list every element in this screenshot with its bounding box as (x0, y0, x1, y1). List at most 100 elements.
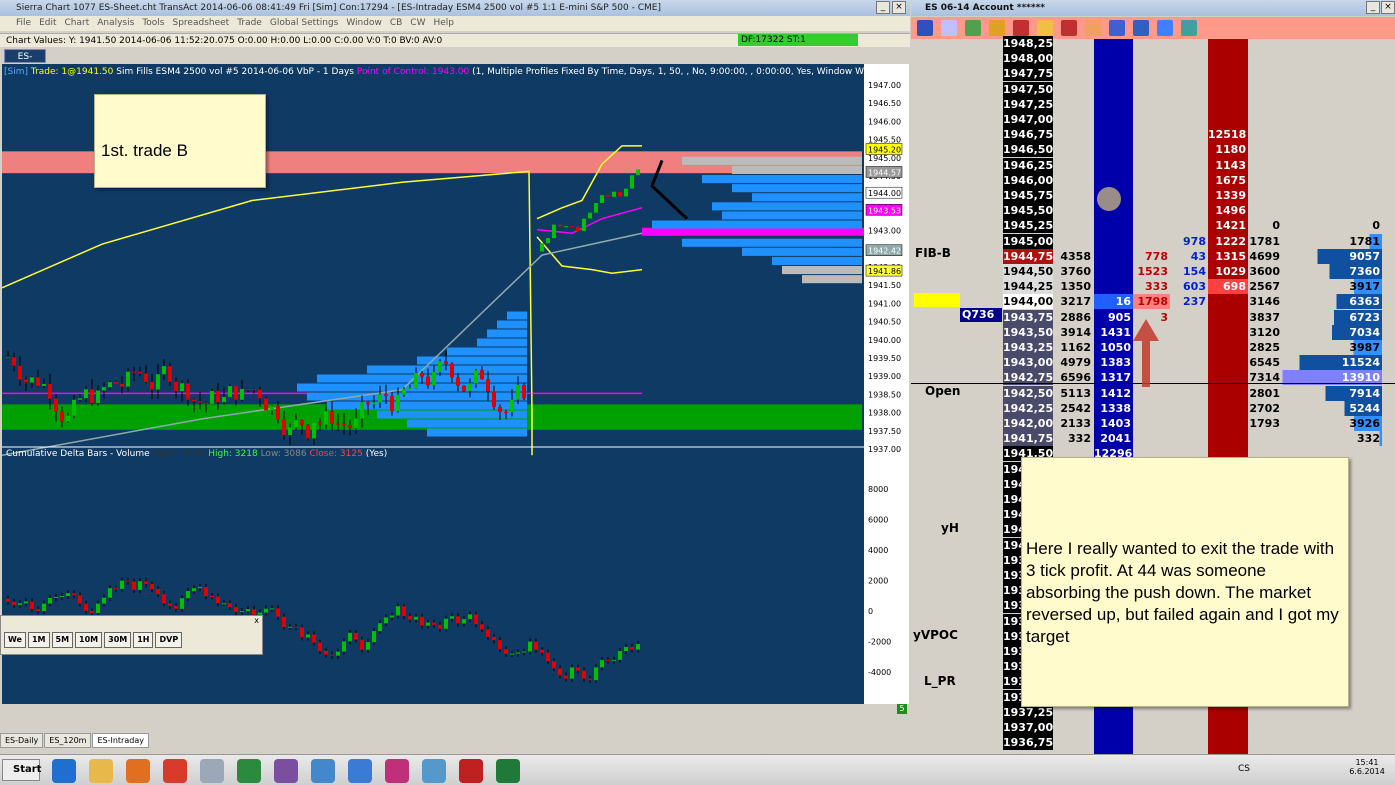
close-button[interactable]: × (892, 1, 906, 14)
taskbar-app-icon[interactable] (311, 759, 335, 783)
menu-item-10[interactable]: CW (410, 18, 425, 28)
timeframe-button-1[interactable]: 1M (27, 632, 50, 648)
timeframe-button-4[interactable]: 30M (104, 632, 132, 648)
taskbar-app-icon[interactable] (163, 759, 187, 783)
timeframe-button-6[interactable]: DVP (155, 632, 183, 648)
taskbar-app-icon[interactable] (348, 759, 372, 783)
ladder-row[interactable]: 1942,00 2133 1403 1793 3926 (911, 416, 1395, 431)
dom-tool-icon[interactable] (941, 20, 957, 36)
dom-tool-icon[interactable] (1133, 20, 1149, 36)
ladder-row[interactable]: 1944,75 4358 778 43 1315 4699 9057 (911, 248, 1395, 264)
ladder-row[interactable]: 1936,75 (911, 735, 1395, 751)
sheet-tab-0[interactable]: ES-Daily (0, 733, 44, 748)
dom-minimize-button[interactable]: _ (1366, 1, 1380, 14)
ladder-cell-c3 (1133, 173, 1170, 188)
ladder-row[interactable]: 1942,25 2542 1338 2702 5244 (911, 400, 1395, 416)
menu-item-0[interactable]: File (16, 18, 31, 28)
clock[interactable]: 15:41 6.6.2014 (1343, 758, 1391, 776)
ladder-row[interactable]: 1937,25 (911, 704, 1395, 720)
dom-tool-icon[interactable] (917, 20, 933, 36)
sheet-tab-1[interactable]: ES_120m (44, 733, 92, 748)
timeframe-button-0[interactable]: We (4, 632, 26, 648)
dom-tool-icon[interactable] (1109, 20, 1125, 36)
ladder-row[interactable]: 1944,50 3760 1523 154 1029 3600 7360 (911, 264, 1395, 279)
menu-item-8[interactable]: Window (346, 18, 382, 28)
ladder-cell-c5 (1208, 294, 1248, 309)
menu-item-9[interactable]: CB (390, 18, 402, 28)
taskbar-app-icon[interactable] (89, 759, 113, 783)
chart-tab[interactable]: ES-Sheet (4, 49, 46, 76)
dom-tool-icon[interactable] (1037, 20, 1053, 36)
dom-tool-icon[interactable] (1085, 20, 1101, 36)
ladder-row[interactable]: 1944,25 1350 333 603 698 2567 3917 (911, 279, 1395, 295)
taskbar-app-icon[interactable] (459, 759, 483, 783)
taskbar-app-icon[interactable] (237, 759, 261, 783)
taskbar-app-icon[interactable] (200, 759, 224, 783)
timeframe-button-2[interactable]: 5M (51, 632, 74, 648)
ladder-row[interactable]: 1945,00 978 1222 1781 1781 (911, 233, 1395, 249)
price-candle (36, 377, 40, 386)
delta-bar (618, 651, 622, 660)
timeframe-button-5[interactable]: 1H (133, 632, 154, 648)
menu-item-2[interactable]: Chart (65, 18, 90, 28)
ladder-row[interactable]: 1946,50 1180 (911, 142, 1395, 158)
ladder-row[interactable]: 1945,25 1421 0 0 (911, 218, 1395, 234)
dom-tool-icon[interactable] (1157, 20, 1173, 36)
dom-tool-icon[interactable] (1181, 20, 1197, 36)
ladder-row[interactable]: 1947,50 (911, 81, 1395, 97)
delta-bar (162, 594, 166, 604)
delta-bar (558, 668, 562, 676)
start-button[interactable]: Start (2, 759, 41, 781)
menu-item-3[interactable]: Analysis (97, 18, 134, 28)
chart-area[interactable]: [Sim] Trade: 1@1941.50 Sim Fills ESM4 25… (2, 64, 909, 714)
dom-tool-icon[interactable] (989, 20, 1005, 36)
price-candle (486, 379, 490, 392)
bottom-tabs: ES-Daily ES_120m ES-Intraday (0, 733, 910, 749)
menu-item-5[interactable]: Spreadsheet (173, 18, 230, 28)
ladder-row[interactable]: 1947,75 (911, 66, 1395, 82)
minimize-button[interactable]: _ (876, 1, 890, 14)
dom-close-button[interactable]: × (1381, 1, 1395, 14)
taskbar-app-icon[interactable] (496, 759, 520, 783)
delta-open: Open: 3184 (152, 449, 206, 459)
ladder-price: 1945,75 (1003, 188, 1054, 203)
dom-tool-icon[interactable] (965, 20, 981, 36)
menu-item-11[interactable]: Help (433, 18, 454, 28)
ladder-row[interactable]: 1948,25 (911, 36, 1395, 51)
timeframe-button-3[interactable]: 10M (75, 632, 103, 648)
ladder-row[interactable]: 1948,00 (911, 51, 1395, 67)
sheet-tab-2[interactable]: ES-Intraday (92, 733, 149, 748)
taskbar-app-icon[interactable] (126, 759, 150, 783)
ladder-row[interactable]: 1945,50 1496 (911, 203, 1395, 219)
delta-bar (12, 601, 16, 605)
ladder-cell-c4 (1170, 720, 1208, 735)
taskbar-app-icon[interactable] (52, 759, 76, 783)
ladder-cell-c3: 1798 (1133, 294, 1170, 310)
toolbox-close-icon[interactable]: x (1, 616, 262, 630)
ladder-cell-c6 (1248, 112, 1282, 127)
menu-item-6[interactable]: Trade (237, 18, 262, 28)
ladder-row[interactable]: 1941,75 332 2041 332 (911, 431, 1395, 447)
ladder-cell-c3 (1133, 720, 1170, 735)
ladder-row[interactable]: 1947,25 (911, 96, 1395, 112)
ladder-cell-c4: 154 (1183, 265, 1206, 278)
dom-tool-icon[interactable] (1061, 20, 1077, 36)
taskbar-app-icon[interactable] (274, 759, 298, 783)
ladder-cell-c5: 1315 (1215, 249, 1246, 263)
ladder-row[interactable]: 1946,25 1143 (911, 157, 1395, 173)
taskbar-app-icon[interactable] (385, 759, 409, 783)
dom-tool-icon[interactable] (1013, 20, 1029, 36)
ladder-row[interactable]: 1945,75 1339 (911, 188, 1395, 203)
ladder-cell-c2: 16 (1094, 294, 1133, 310)
delta-tick: -2000 (868, 638, 891, 647)
exit-note: Here I really wanted to exit the trade w… (1021, 457, 1349, 707)
ladder-row[interactable]: 1946,75 12518 (911, 127, 1395, 143)
taskbar-app-icon[interactable] (422, 759, 446, 783)
ladder-row[interactable]: 1947,00 (911, 112, 1395, 127)
language-indicator[interactable]: CS (1238, 764, 1250, 774)
menu-item-1[interactable]: Edit (39, 18, 56, 28)
menu-item-4[interactable]: Tools (142, 18, 164, 28)
menu-item-7[interactable]: Global Settings (270, 18, 338, 28)
ladder-row[interactable]: 1946,00 1675 (911, 172, 1395, 188)
ladder-row[interactable]: 1937,00 (911, 720, 1395, 735)
